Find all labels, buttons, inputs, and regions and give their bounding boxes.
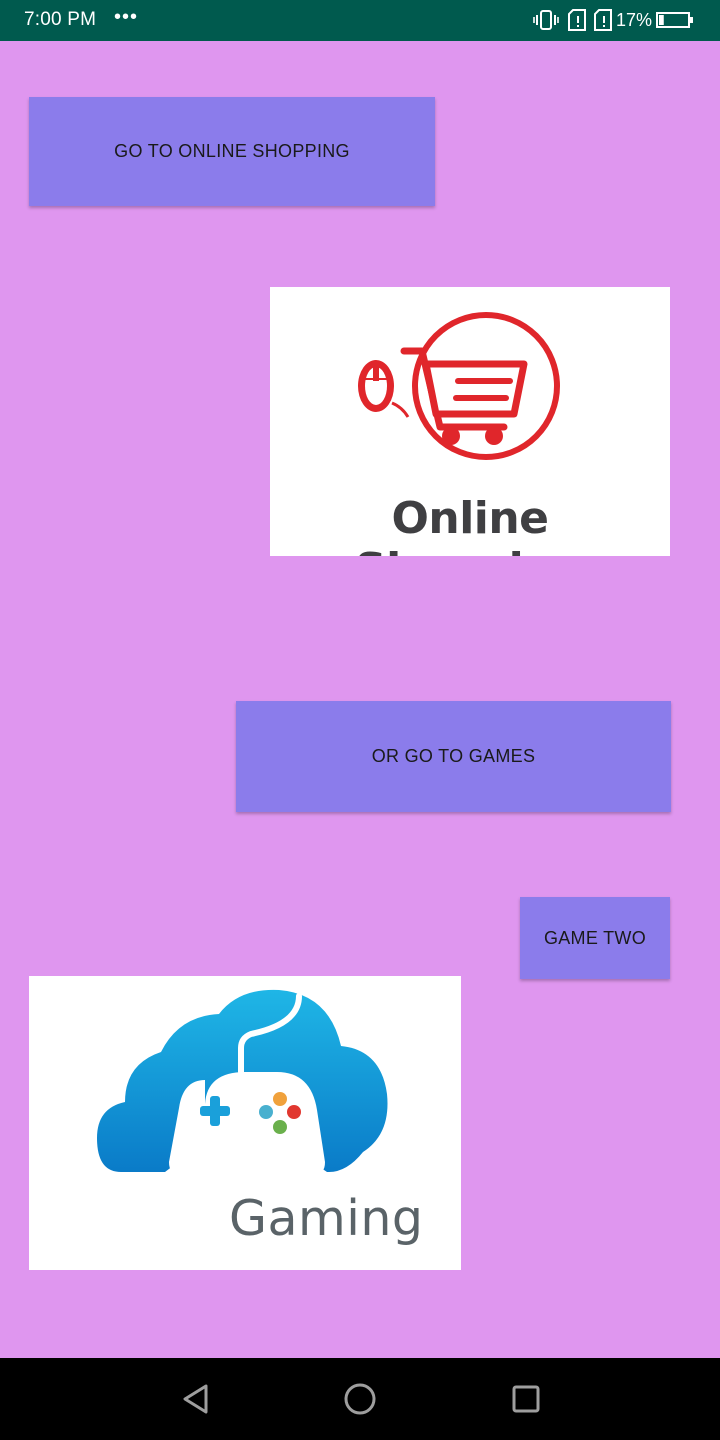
online-shopping-image[interactable]: Online Shopping [270, 287, 670, 556]
battery-percent: 17% [615, 9, 652, 30]
status-time: 7:00 PM [24, 9, 97, 30]
navigation-bar [0, 1358, 720, 1440]
sim-alert-icon [567, 9, 587, 31]
vibrate-icon [533, 9, 559, 31]
status-bar: 7:00 PM ••• 17% [0, 0, 720, 41]
back-icon[interactable] [175, 1379, 215, 1419]
battery-icon [656, 11, 694, 29]
gaming-image[interactable]: Gaming [29, 976, 461, 1270]
main-content: GO TO ONLINE SHOPPING Online Shopping OR… [0, 41, 720, 1358]
game-two-button[interactable]: GAME TWO [520, 897, 670, 979]
sim-alert-icon [593, 9, 613, 31]
go-to-games-button[interactable]: OR GO TO GAMES [236, 701, 671, 812]
online-shopping-logo-text: Online Shopping [355, 493, 586, 556]
notification-overflow-indicator: ••• [114, 6, 139, 28]
recents-icon[interactable] [506, 1379, 546, 1419]
gaming-logo-text: Gaming [229, 1190, 424, 1247]
home-icon[interactable] [340, 1379, 380, 1419]
status-icons: 17% [533, 8, 694, 32]
go-to-online-shopping-button[interactable]: GO TO ONLINE SHOPPING [29, 97, 435, 206]
